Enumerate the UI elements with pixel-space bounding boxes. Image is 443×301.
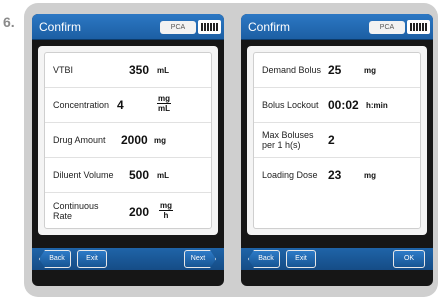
step-number: 6.: [3, 14, 15, 30]
row-drug-amount: Drug Amount 2000 mg: [45, 123, 211, 158]
mode-badge: PCA: [160, 21, 196, 34]
title-bar: Confirm PCA: [241, 14, 433, 40]
row-diluent-volume: Diluent Volume 500 mL: [45, 158, 211, 193]
row-value: 500: [129, 168, 150, 182]
row-value: 23: [328, 168, 342, 182]
row-continuous-rate: Continuous Rate 200 mg h: [45, 193, 211, 230]
button-bar: Back Exit Next: [32, 248, 224, 270]
row-label: Loading Dose: [262, 170, 318, 180]
settings-card: Demand Bolus 25 mg Bolus Lockout 00:02 h…: [253, 52, 421, 229]
row-unit: mg: [154, 136, 166, 145]
row-demand-bolus: Demand Bolus 25 mg: [254, 53, 420, 88]
row-label: VTBI: [53, 65, 74, 75]
row-label-line1: Max Boluses: [262, 130, 314, 140]
confirm-screen-left: Confirm PCA VTBI 350 mL Concentration 4 …: [32, 14, 224, 286]
row-value: 00:02: [328, 98, 359, 112]
row-value: 25: [328, 63, 342, 77]
row-value: 2000: [121, 133, 148, 147]
button-bar: Back Exit OK: [241, 248, 433, 270]
battery-icon: [407, 20, 430, 34]
row-unit: mg h: [159, 201, 173, 220]
title-bar: Confirm PCA: [32, 14, 224, 40]
row-unit: mg: [364, 171, 376, 180]
unit-numerator: mg: [159, 201, 173, 211]
back-button[interactable]: Back: [39, 250, 71, 268]
exit-button[interactable]: Exit: [286, 250, 316, 268]
settings-card: VTBI 350 mL Concentration 4 mg mL Drug A…: [44, 52, 212, 229]
row-label: Max Boluses per 1 h(s): [262, 130, 314, 150]
row-label-line2: Rate: [53, 211, 73, 221]
row-label-line2: per 1 h(s): [262, 140, 301, 150]
row-label: Bolus Lockout: [262, 100, 319, 110]
unit-denominator: h: [163, 211, 169, 220]
row-label: Drug Amount: [53, 135, 106, 145]
back-button[interactable]: Back: [248, 250, 280, 268]
row-unit: mg: [364, 66, 376, 75]
row-concentration: Concentration 4 mg mL: [45, 88, 211, 123]
screen-title: Confirm: [39, 20, 82, 34]
row-label: Demand Bolus: [262, 65, 322, 75]
row-unit: mL: [157, 171, 169, 180]
next-button[interactable]: Next: [184, 250, 216, 268]
mode-badge: PCA: [369, 21, 405, 34]
unit-numerator: mg: [157, 94, 171, 104]
row-value: 200: [129, 205, 150, 219]
row-label: Concentration: [53, 100, 110, 110]
unit-denominator: mL: [158, 104, 170, 113]
row-unit: mg mL: [157, 94, 171, 113]
row-label: Continuous Rate: [53, 201, 99, 221]
confirm-panel: Demand Bolus 25 mg Bolus Lockout 00:02 h…: [247, 46, 427, 235]
screen-title: Confirm: [248, 20, 291, 34]
row-bolus-lockout: Bolus Lockout 00:02 h:min: [254, 88, 420, 123]
exit-button[interactable]: Exit: [77, 250, 107, 268]
row-value: 350: [129, 63, 150, 77]
row-label-line1: Continuous: [53, 201, 99, 211]
row-loading-dose: Loading Dose 23 mg: [254, 158, 420, 193]
confirm-panel: VTBI 350 mL Concentration 4 mg mL Drug A…: [38, 46, 218, 235]
confirm-screen-right: Confirm PCA Demand Bolus 25 mg Bolus Loc…: [241, 14, 433, 286]
battery-icon: [198, 20, 221, 34]
row-unit: mL: [157, 66, 169, 75]
row-vtbi: VTBI 350 mL: [45, 53, 211, 88]
row-unit: h:min: [366, 101, 388, 110]
row-value: 4: [117, 98, 124, 112]
ok-button[interactable]: OK: [393, 250, 425, 268]
row-value: 2: [328, 133, 335, 147]
row-max-boluses: Max Boluses per 1 h(s) 2: [254, 123, 420, 158]
row-label: Diluent Volume: [53, 170, 114, 180]
